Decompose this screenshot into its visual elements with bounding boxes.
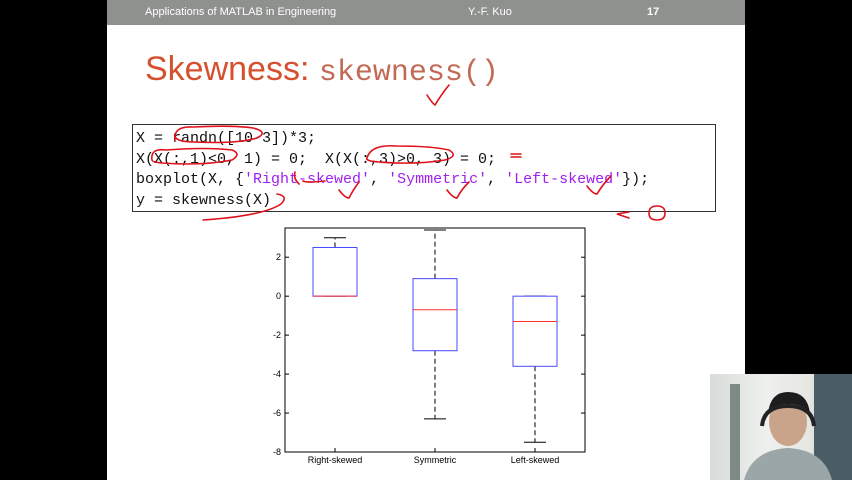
- x-tick-label: Left-skewed: [511, 455, 560, 465]
- y-tick-label: -2: [273, 330, 281, 340]
- x-tick-label: Symmetric: [414, 455, 457, 465]
- presenter-image: [730, 374, 852, 480]
- box: [312, 246, 358, 297]
- y-tick-label: 0: [276, 291, 281, 301]
- y-tick-label: -6: [273, 408, 281, 418]
- y-tick-label: 2: [276, 252, 281, 262]
- slide: Applications of MATLAB in Engineering Y.…: [107, 0, 745, 480]
- box: [512, 295, 558, 367]
- boxplot-chart: 2 0 -2 -4 -6 -8 Right-skewed Symmetric Left-skew…: [273, 227, 586, 465]
- box: [412, 278, 458, 352]
- x-tick-label: Right-skewed: [308, 455, 363, 465]
- y-tick-label: -8: [273, 447, 281, 457]
- webcam-video: [710, 374, 852, 480]
- y-tick-label: -4: [273, 369, 281, 379]
